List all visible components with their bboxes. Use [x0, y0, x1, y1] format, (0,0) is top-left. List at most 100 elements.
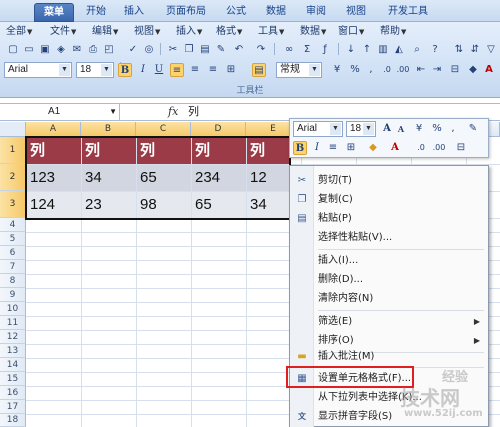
align-center-icon[interactable]: ≡ [188, 63, 202, 77]
tab-menu[interactable]: 菜单 [34, 3, 74, 22]
merge-center-icon[interactable]: ⊞ [224, 63, 238, 77]
print-icon[interactable]: ⎙ [86, 43, 100, 57]
column-header-c[interactable]: C [136, 122, 191, 137]
mini-italic-icon[interactable]: I [310, 141, 324, 155]
menu-item-cut[interactable]: ✂ 剪切(T) [290, 171, 488, 190]
select-all-corner[interactable] [0, 122, 26, 137]
cell-a1[interactable]: 列 [27, 138, 81, 164]
shrink-font-icon[interactable]: A [394, 122, 408, 136]
menu-item-delete[interactable]: 删除(D)... [290, 270, 488, 289]
mini-currency-icon[interactable]: ¥ [412, 122, 426, 136]
insert-function-icon[interactable]: fx [168, 104, 178, 120]
cell-c2[interactable]: 65 [137, 165, 191, 191]
cell-e1[interactable]: 列 [247, 138, 289, 164]
formula-input[interactable]: 列 [188, 104, 199, 120]
cut-icon[interactable]: ✂ [166, 43, 180, 57]
comma-style-icon[interactable]: , [364, 63, 378, 77]
menu-item-insert-comment[interactable]: ▬ 插入批注(M) [290, 347, 488, 366]
help-icon[interactable]: ? [428, 43, 442, 57]
new-file-icon[interactable]: ▢ [6, 43, 20, 57]
row-header-18[interactable]: 18 [0, 414, 26, 427]
row-header-2[interactable]: 2 [0, 164, 26, 191]
cell-d3[interactable]: 65 [192, 192, 246, 218]
increase-indent-icon[interactable]: ⇥ [430, 63, 444, 77]
wrap-text-icon[interactable]: ▤ [252, 63, 266, 77]
menu-tools[interactable]: 工具▼ [258, 24, 284, 40]
menu-window[interactable]: 窗口▼ [338, 24, 364, 40]
tab-data[interactable]: 数据 [260, 3, 292, 22]
tab-developer[interactable]: 开发工具 [380, 3, 436, 22]
sort-za-icon[interactable]: ⇵ [468, 43, 482, 57]
menu-format[interactable]: 格式▼ [216, 24, 242, 40]
borders-icon[interactable]: ⊟ [448, 63, 462, 77]
function-icon[interactable]: ƒ [318, 43, 332, 57]
tab-insert[interactable]: 插入 [118, 3, 150, 22]
italic-icon[interactable]: I [136, 63, 150, 77]
autosum-icon[interactable]: Σ [300, 43, 314, 57]
mini-fill-color-icon[interactable]: ◆ [366, 141, 380, 155]
mini-borders-icon[interactable]: ⊞ [344, 141, 358, 155]
row-header-5[interactable]: 5 [0, 232, 26, 246]
tab-page-layout[interactable]: 页面布局 [158, 3, 214, 22]
font-name-select[interactable]: Arial ▼ [4, 62, 72, 78]
row-header-4[interactable]: 4 [0, 218, 26, 232]
menu-item-copy[interactable]: ❐ 复制(C) [290, 190, 488, 209]
redo-icon[interactable]: ↷ [254, 43, 268, 57]
cell-b3[interactable]: 23 [82, 192, 136, 218]
paste-icon[interactable]: ▤ [198, 43, 212, 57]
cell-c3[interactable]: 98 [137, 192, 191, 218]
tab-formulas[interactable]: 公式 [220, 3, 252, 22]
menu-insert[interactable]: 插入▼ [176, 24, 202, 40]
row-header-7[interactable]: 7 [0, 260, 26, 274]
menu-item-paste[interactable]: ▤ 粘贴(P) [290, 209, 488, 228]
menu-item-insert[interactable]: 插入(I)... [290, 251, 488, 270]
cell-e2[interactable]: 12 [247, 165, 289, 191]
underline-icon[interactable]: U [152, 63, 166, 77]
number-format-select[interactable]: 常规 ▼ [276, 62, 322, 78]
menu-item-paste-special[interactable]: 选择性粘贴(V)... [290, 228, 488, 247]
email-icon[interactable]: ✉ [70, 43, 84, 57]
menu-item-show-phonetic[interactable]: 文 显示拼音字段(S) [290, 407, 488, 426]
column-header-a[interactable]: A [26, 122, 81, 137]
column-header-b[interactable]: B [81, 122, 136, 137]
menu-file[interactable]: 文件▼ [50, 24, 76, 40]
mini-font-size-select[interactable]: 18 ▼ [346, 121, 376, 137]
mini-merge-icon[interactable]: ⊟ [454, 141, 468, 155]
cell-d1[interactable]: 列 [192, 138, 246, 164]
row-header-15[interactable]: 15 [0, 372, 26, 386]
percent-icon[interactable]: % [348, 63, 362, 77]
undo-icon[interactable]: ↶ [232, 43, 246, 57]
permission-icon[interactable]: ◈ [54, 43, 68, 57]
row-header-9[interactable]: 9 [0, 288, 26, 302]
menu-help[interactable]: 帮助▼ [380, 24, 406, 40]
name-box[interactable]: A1 ▼ [0, 104, 120, 121]
grow-font-icon[interactable]: A [380, 122, 394, 136]
cell-b1[interactable]: 列 [82, 138, 136, 164]
menu-edit[interactable]: 编辑▼ [92, 24, 118, 40]
align-left-icon[interactable]: ≡ [170, 63, 184, 77]
increase-decimal-icon[interactable]: .0 [380, 63, 394, 77]
row-header-11[interactable]: 11 [0, 316, 26, 330]
zoom-icon[interactable]: ⌕ [410, 43, 424, 57]
decrease-indent-icon[interactable]: ⇤ [414, 63, 428, 77]
open-folder-icon[interactable]: ▭ [22, 43, 36, 57]
decrease-decimal-icon[interactable]: .00 [396, 63, 410, 77]
menu-item-filter[interactable]: 筛选(E) ▶ [290, 312, 488, 331]
sort-az-icon[interactable]: ⇅ [452, 43, 466, 57]
sort-descending-icon[interactable]: ↑ [360, 43, 374, 57]
menu-item-clear-contents[interactable]: 清除内容(N) [290, 289, 488, 308]
menu-view[interactable]: 视图▼ [134, 24, 160, 40]
currency-icon[interactable]: ¥ [330, 63, 344, 77]
row-header-13[interactable]: 13 [0, 344, 26, 358]
format-painter-icon[interactable]: ✎ [214, 43, 228, 57]
hyperlink-icon[interactable]: ∞ [282, 43, 296, 57]
bold-icon[interactable]: B [118, 63, 132, 77]
row-header-10[interactable]: 10 [0, 302, 26, 316]
tab-view[interactable]: 视图 [340, 3, 372, 22]
cell-a3[interactable]: 124 [27, 192, 81, 218]
font-size-select[interactable]: 18 ▼ [76, 62, 114, 78]
menu-item-pick-from-list[interactable]: 从下拉列表中选择(K)... [290, 388, 488, 407]
row-header-17[interactable]: 17 [0, 400, 26, 414]
cell-a2[interactable]: 123 [27, 165, 81, 191]
menu-all[interactable]: 全部▼ [6, 24, 32, 40]
